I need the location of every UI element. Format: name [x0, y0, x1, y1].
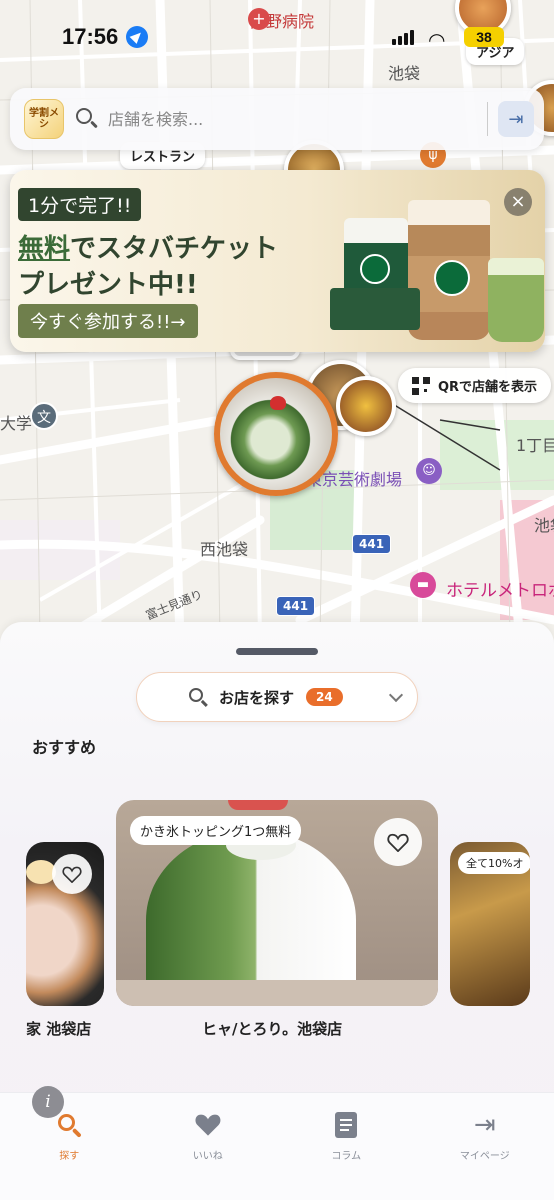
location-arrow-icon	[126, 26, 148, 48]
chevron-down-icon	[388, 687, 404, 703]
search-icon	[189, 688, 209, 708]
school-icon: 文	[30, 402, 58, 430]
status-time: 17:56	[62, 24, 119, 49]
tab-column[interactable]: コラム	[277, 1093, 416, 1200]
ad-headline-rest: でスタバチケット	[70, 234, 279, 264]
heart-outline-icon	[62, 866, 82, 883]
matcha-drink-image	[488, 258, 544, 342]
map-pin-selected-kakigori[interactable]	[214, 372, 338, 496]
ad-tag: 1分で完了!!	[18, 188, 142, 221]
like-button[interactable]	[374, 818, 422, 866]
cellular-signal-icon	[392, 30, 414, 45]
like-button[interactable]	[52, 854, 92, 894]
tab-label: 探す	[59, 1151, 80, 1162]
map-label-chome: 1丁目	[516, 436, 554, 455]
route-badge: 441	[352, 534, 392, 554]
search-bar: 学割メシ ⇥	[10, 88, 544, 150]
qr-button-label: QRで店舗を表示	[438, 380, 538, 395]
status-bar: 17:56 ◠ 38	[0, 0, 554, 74]
hotel-icon: ▬	[410, 572, 436, 598]
wifi-icon: ◠	[428, 28, 446, 52]
login-icon: ⇥	[508, 108, 524, 130]
search-icon	[74, 106, 100, 132]
map-label-nishi-ikebukuro: 西池袋	[200, 540, 249, 559]
tab-label: いいね	[192, 1151, 223, 1162]
promo-badge: かき氷トッピング1つ無料	[130, 816, 302, 845]
store-card-bar[interactable]: 全て10%オ	[450, 842, 530, 1006]
section-title-recommended: おすすめ	[32, 738, 97, 757]
heart-icon	[194, 1111, 222, 1139]
route-badge: 441	[276, 596, 316, 616]
store-search-input[interactable]	[108, 109, 477, 129]
ad-headline-line1: 無料でスタバチケット	[18, 228, 278, 265]
map-pin-drink[interactable]	[336, 376, 396, 436]
strawberry-decoration	[228, 800, 288, 810]
store-count-badge: 24	[306, 688, 343, 706]
store-card-ramen[interactable]	[26, 842, 104, 1006]
starbucks-ad-banner[interactable]: 1分で完了!! 無料でスタバチケット プレゼント中!! 今すぐ参加する!!→ ×	[10, 170, 545, 352]
map-label-school: 大学	[0, 414, 33, 433]
qr-store-button[interactable]: QRで店舗を表示	[398, 368, 552, 403]
tab-bar: 探す いいね コラム ⇥ マイページ	[0, 1092, 554, 1200]
promo-badge: 全て10%オ	[458, 852, 530, 874]
battery-indicator: 38	[464, 27, 504, 47]
search-icon	[55, 1111, 83, 1139]
document-icon	[332, 1111, 360, 1139]
tab-mypage[interactable]: ⇥ マイページ	[416, 1093, 554, 1200]
starbucks-logo	[434, 260, 470, 296]
gift-box-image	[330, 288, 420, 330]
login-icon: ⇥	[473, 1110, 496, 1140]
starbucks-logo	[360, 254, 390, 284]
tab-label: コラム	[331, 1151, 362, 1162]
find-store-label: お店を探す	[219, 688, 295, 707]
store-card-kakigori[interactable]: かき氷トッピング1つ無料	[116, 800, 438, 1006]
info-icon[interactable]: i	[32, 1086, 64, 1118]
ad-highlight: 無料	[18, 234, 71, 264]
ad-cta-button[interactable]: 今すぐ参加する!!→	[18, 304, 198, 338]
divider	[487, 102, 488, 136]
map-label-hotel: ホテルメトロポ	[446, 581, 554, 601]
store-name[interactable]: 家 池袋店	[26, 1018, 91, 1039]
tab-search[interactable]: 探す	[0, 1093, 139, 1200]
qr-icon	[412, 376, 430, 395]
plate	[116, 980, 438, 1006]
strawberry-decoration	[270, 396, 286, 410]
store-name[interactable]: ヒャ/とろり。池袋店	[202, 1018, 342, 1039]
theater-icon: ☺	[416, 458, 442, 484]
app-logo[interactable]: 学割メシ	[24, 99, 64, 139]
map-label-ikebukuro-right: 池袋	[534, 516, 554, 535]
find-store-dropdown[interactable]: お店を探す 24	[136, 672, 418, 722]
ad-headline-line2: プレゼント中!!	[18, 270, 198, 300]
sheet-grabber[interactable]	[236, 648, 318, 655]
tab-label: マイページ	[459, 1151, 510, 1162]
heart-outline-icon	[387, 833, 409, 852]
login-button[interactable]: ⇥	[498, 101, 534, 137]
ad-close-button[interactable]: ×	[504, 188, 532, 216]
tab-likes[interactable]: いいね	[139, 1093, 278, 1200]
